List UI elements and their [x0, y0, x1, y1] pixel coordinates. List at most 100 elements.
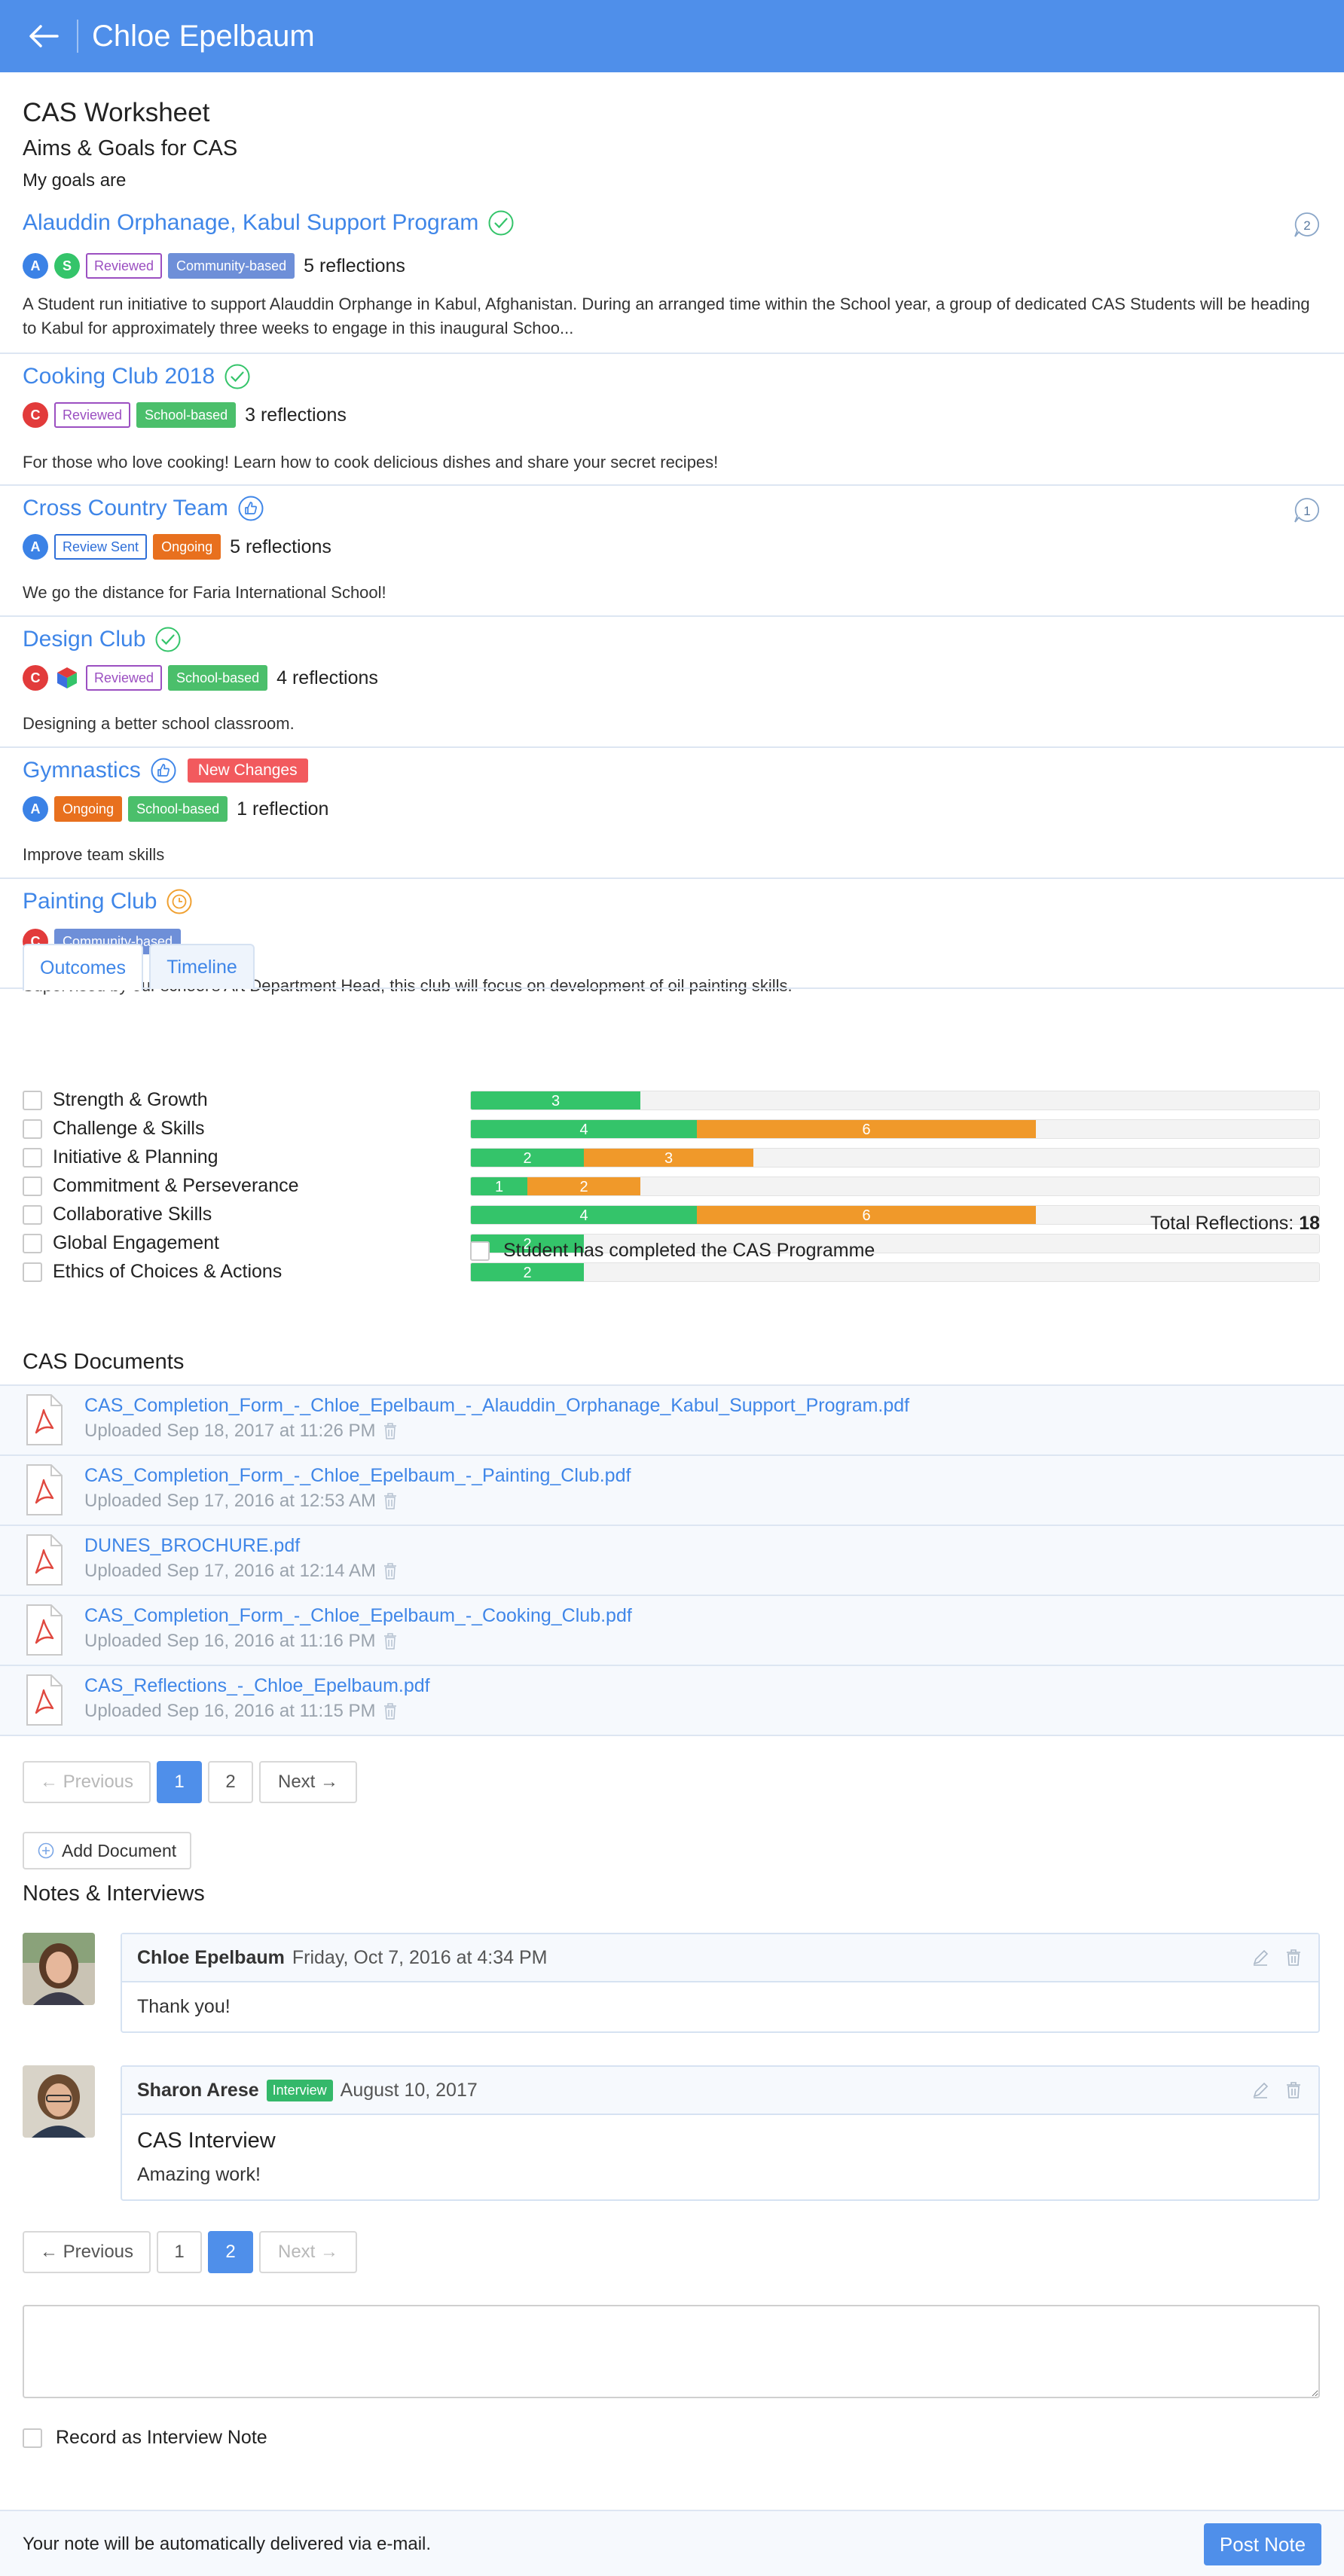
outcome-checkbox[interactable]: [23, 1177, 42, 1196]
activity-item: Cross Country Team A Review Sent Ongoing 5 r…: [0, 486, 1344, 617]
note-box: Chloe Epelbaum Friday, Oct 7, 2016 at 4:…: [121, 1933, 1320, 2033]
outcome-row: Strength & Growth 3: [0, 1086, 1344, 1115]
add-document-button[interactable]: Add Document: [23, 1832, 192, 1869]
edit-icon[interactable]: [1251, 1948, 1270, 1967]
notes-next-button[interactable]: Next →: [259, 2231, 357, 2273]
outcome-progress-track: 23: [470, 1148, 1320, 1167]
documents-page-2[interactable]: 2: [208, 1761, 253, 1803]
note-header: Chloe Epelbaum Friday, Oct 7, 2016 at 4:…: [122, 1934, 1318, 1982]
tab-timeline[interactable]: Timeline: [149, 944, 255, 989]
top-bar: Chloe Epelbaum: [0, 0, 1344, 72]
document-link[interactable]: CAS_Reflections_-_Chloe_Epelbaum.pdf: [84, 1675, 430, 1697]
activity-item: Painting Club C Community-based Supervised …: [0, 879, 1344, 995]
outcome-bar-orange: 3: [584, 1149, 753, 1167]
document-upload-date: Uploaded Sep 17, 2016 at 12:53 AM: [84, 1491, 376, 1511]
documents-pagination: ← Previous 1 2 Next →: [23, 1761, 357, 1803]
outcome-checkbox[interactable]: [23, 1234, 42, 1253]
trash-icon[interactable]: [382, 1492, 399, 1510]
document-meta: Uploaded Sep 16, 2016 at 11:16 PM: [84, 1631, 399, 1652]
document-link[interactable]: CAS_Completion_Form_-_Chloe_Epelbaum_-_A…: [84, 1395, 909, 1417]
outcome-label: Collaborative Skills: [53, 1204, 212, 1225]
total-reflections-label: Total Reflections:: [1150, 1213, 1294, 1234]
document-link[interactable]: CAS_Completion_Form_-_Chloe_Epelbaum_-_P…: [84, 1465, 631, 1487]
document-link[interactable]: CAS_Completion_Form_-_Chloe_Epelbaum_-_C…: [84, 1605, 632, 1627]
documents-previous-button[interactable]: ← Previous: [23, 1761, 151, 1803]
document-meta: Uploaded Sep 16, 2016 at 11:15 PM: [84, 1701, 399, 1722]
trash-icon[interactable]: [382, 1422, 399, 1440]
cas-complete-checkbox[interactable]: [470, 1241, 490, 1261]
outcome-progress-track: 12: [470, 1177, 1320, 1196]
document-row: CAS_Reflections_-_Chloe_Epelbaum.pdf Uplo…: [0, 1665, 1344, 1735]
outcome-checkbox[interactable]: [23, 1148, 42, 1167]
user-photo-icon: [23, 1933, 95, 2005]
note-date: Friday, Oct 7, 2016 at 4:34 PM: [292, 1946, 548, 1968]
documents-next-button[interactable]: Next →: [259, 1761, 357, 1803]
cas-complete-row: Student has completed the CAS Programme: [470, 1240, 875, 1262]
activity-title-link[interactable]: Cooking Club 2018: [23, 363, 251, 390]
pdf-file-icon: [26, 1674, 63, 1726]
trash-icon[interactable]: [382, 1562, 399, 1580]
activity-title-link[interactable]: Cross Country Team: [23, 495, 264, 522]
status-badge: Community-based: [168, 253, 295, 279]
trash-icon[interactable]: [1284, 2080, 1303, 2100]
notes-page-2[interactable]: 2: [208, 2231, 253, 2273]
activity-badges: A Ongoing School-based 1 reflection: [23, 796, 328, 822]
note-box: Sharon Arese Interview August 10, 2017 C…: [121, 2065, 1320, 2201]
activity-title: Cooking Club 2018: [23, 364, 215, 389]
activity-badges: C Reviewed School-based 4 reflections: [23, 665, 378, 691]
total-reflections-value: 18: [1299, 1213, 1320, 1234]
outcome-row: Initiative & Planning 2 3: [0, 1143, 1344, 1172]
outcome-checkbox[interactable]: [23, 1205, 42, 1225]
outcome-label: Challenge & Skills: [53, 1118, 205, 1139]
activity-title: Painting Club: [23, 889, 157, 914]
document-upload-date: Uploaded Sep 18, 2017 at 11:26 PM: [84, 1421, 376, 1441]
notes-previous-button[interactable]: ← Previous: [23, 2231, 151, 2273]
note-input[interactable]: [23, 2305, 1320, 2398]
activity-title-link[interactable]: Gymnastics New Changes: [23, 757, 308, 784]
comment-bubble-icon[interactable]: 2: [1293, 211, 1321, 240]
pdf-file-icon: [26, 1604, 63, 1656]
back-button[interactable]: [21, 14, 66, 59]
activity-title: Alauddin Orphanage, Kabul Support Progra…: [23, 210, 479, 235]
comment-bubble-icon[interactable]: 1: [1293, 496, 1321, 525]
document-link[interactable]: DUNES_BROCHURE.pdf: [84, 1535, 300, 1557]
activity-title-link[interactable]: Design Club: [23, 626, 182, 653]
documents-title: CAS Documents: [23, 1350, 185, 1374]
notes-page-1[interactable]: 1: [157, 2231, 202, 2273]
worksheet-title: CAS Worksheet: [23, 98, 210, 127]
outcome-row: Challenge & Skills 4 6: [0, 1115, 1344, 1143]
documents-page-1[interactable]: 1: [157, 1761, 202, 1803]
tab-outcomes[interactable]: Outcomes: [23, 944, 143, 990]
comment-count: 2: [1303, 218, 1310, 233]
header-divider: [77, 20, 78, 53]
pdf-file-icon: [26, 1464, 63, 1515]
note-title: CAS Interview: [137, 2129, 276, 2153]
outcome-checkbox[interactable]: [23, 1119, 42, 1139]
edit-icon[interactable]: [1251, 2080, 1270, 2100]
outcome-label: Strength & Growth: [53, 1089, 208, 1110]
tab-bar: Outcomes Timeline: [0, 944, 1344, 990]
outcome-bar-orange: 6: [697, 1120, 1036, 1138]
trash-icon[interactable]: [382, 1702, 399, 1720]
record-interview-row: Record as Interview Note: [23, 2427, 267, 2449]
total-reflections: Total Reflections: 18: [1150, 1213, 1320, 1235]
outcome-bar-green: 4: [471, 1120, 697, 1138]
document-upload-date: Uploaded Sep 17, 2016 at 12:14 AM: [84, 1561, 376, 1581]
activity-title-link[interactable]: Painting Club: [23, 888, 193, 915]
comment-count: 1: [1303, 504, 1310, 518]
post-note-button[interactable]: Post Note: [1204, 2523, 1321, 2565]
status-badge: Ongoing: [54, 796, 123, 822]
document-upload-date: Uploaded Sep 16, 2016 at 11:15 PM: [84, 1701, 376, 1721]
aims-title: Aims & Goals for CAS: [23, 136, 238, 160]
activity-title-link[interactable]: Alauddin Orphanage, Kabul Support Progra…: [23, 209, 515, 237]
outcome-checkbox[interactable]: [23, 1091, 42, 1110]
status-badge: Reviewed: [86, 665, 163, 691]
status-badge: Reviewed: [86, 253, 163, 279]
avatar-sharon: [23, 2065, 95, 2138]
outcome-bar-green: 3: [471, 1091, 640, 1109]
trash-icon[interactable]: [382, 1632, 399, 1650]
status-badge: Reviewed: [54, 402, 131, 428]
outcome-checkbox[interactable]: [23, 1262, 42, 1282]
trash-icon[interactable]: [1284, 1948, 1303, 1967]
record-interview-checkbox[interactable]: [23, 2428, 42, 2448]
